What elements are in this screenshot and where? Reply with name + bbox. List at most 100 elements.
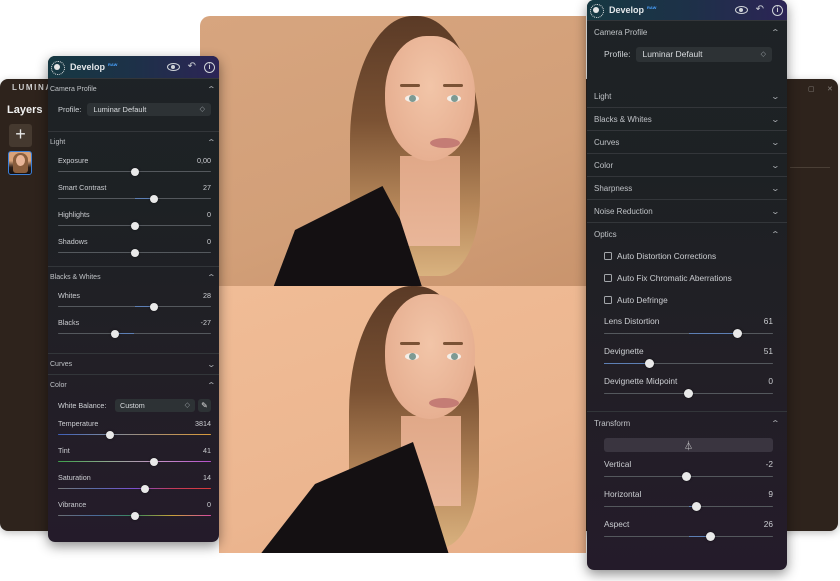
slider-thumb[interactable] bbox=[141, 484, 150, 493]
slider-thumb[interactable] bbox=[130, 167, 139, 176]
section-header[interactable]: Color ⌃ bbox=[48, 375, 219, 395]
section-title: Camera Profile bbox=[594, 27, 648, 37]
slider-track[interactable] bbox=[58, 302, 211, 311]
slider-track[interactable] bbox=[58, 221, 211, 230]
section-header[interactable]: Sharpness ⌄ bbox=[587, 177, 787, 199]
slider-thumb[interactable] bbox=[130, 248, 139, 257]
section-header[interactable]: Noise Reduction ⌄ bbox=[587, 200, 787, 222]
slider-track[interactable] bbox=[58, 329, 211, 338]
slider-thumb[interactable] bbox=[682, 472, 692, 481]
section-header[interactable]: Color ⌄ bbox=[587, 154, 787, 176]
slider-thumb[interactable] bbox=[150, 457, 159, 466]
slider-thumb[interactable] bbox=[150, 302, 159, 311]
slider-value: 0 bbox=[207, 210, 211, 219]
checkbox-icon[interactable] bbox=[604, 274, 612, 282]
select-arrows-icon: ◇ bbox=[760, 51, 766, 58]
slider-smart-contrast: Smart Contrast 27 bbox=[48, 179, 219, 206]
slider-thumb[interactable] bbox=[110, 329, 119, 338]
section-title: Camera Profile bbox=[50, 85, 97, 93]
panel-title: Develop bbox=[609, 5, 645, 15]
slider-track[interactable] bbox=[58, 248, 211, 257]
chevron-up-icon: ⌃ bbox=[206, 380, 217, 390]
eyedropper-icon[interactable]: ✎ bbox=[198, 398, 211, 412]
info-icon[interactable]: i bbox=[772, 4, 783, 16]
develop-panel-left: Develop RAW ↶ i Camera Profile ⌃ Profile… bbox=[48, 56, 219, 542]
perspective-guide-button[interactable]: ⏃ bbox=[604, 438, 773, 452]
section-title: Curves bbox=[50, 360, 73, 368]
section-header[interactable]: Curves ⌄ bbox=[587, 131, 787, 153]
slider-thumb[interactable] bbox=[684, 389, 693, 398]
undo-icon[interactable]: ↶ bbox=[756, 5, 764, 15]
lips bbox=[430, 138, 460, 148]
slider-value: 3814 bbox=[195, 419, 211, 428]
section-title: Blacks & Whites bbox=[594, 114, 652, 124]
slider-track[interactable] bbox=[58, 457, 211, 466]
slider-track[interactable] bbox=[58, 194, 211, 203]
section-header[interactable]: Camera Profile ⌃ bbox=[48, 79, 219, 99]
slider-track[interactable] bbox=[58, 511, 211, 520]
eye-icon[interactable] bbox=[166, 63, 180, 71]
eye-icon[interactable] bbox=[734, 6, 748, 14]
thumb-face bbox=[16, 155, 25, 166]
checkbox-icon[interactable] bbox=[604, 252, 612, 260]
section-header[interactable]: Blacks & Whites ⌃ bbox=[48, 267, 219, 287]
slider-value: 0 bbox=[207, 237, 211, 246]
section-header[interactable]: Blacks & Whites ⌄ bbox=[587, 108, 787, 130]
slider-track[interactable] bbox=[604, 389, 773, 398]
slider-track[interactable] bbox=[604, 359, 773, 368]
slider-thumb[interactable] bbox=[150, 194, 159, 203]
checkbox-icon[interactable] bbox=[604, 296, 612, 304]
brow bbox=[443, 84, 463, 87]
checkbox-auto-fix-chromatic-aberrations[interactable]: Auto Fix Chromatic Aberrations bbox=[587, 267, 787, 289]
add-layer-button[interactable]: + bbox=[9, 124, 32, 147]
checkbox-auto-distortion-corrections[interactable]: Auto Distortion Corrections bbox=[587, 245, 787, 267]
slider-track[interactable] bbox=[58, 484, 211, 493]
slider-group: Lens Distortion 61 Devignette 51 Devignette … bbox=[587, 311, 787, 411]
slider-thumb[interactable] bbox=[705, 532, 715, 541]
slider-thumb[interactable] bbox=[692, 502, 702, 511]
slider-exposure: Exposure 0,00 bbox=[48, 152, 219, 179]
white-balance-select[interactable]: Custom ◇ bbox=[115, 398, 195, 412]
layers-title: Layers bbox=[7, 104, 43, 116]
stage: LUMINAR Layers + ▢ ✕ Develop RAW ↶ i Cam… bbox=[0, 0, 840, 581]
slider-saturation: Saturation 14 bbox=[48, 469, 219, 496]
slider-track[interactable] bbox=[58, 167, 211, 176]
section-header[interactable]: Optics ⌃ bbox=[587, 223, 787, 245]
slider-track[interactable] bbox=[604, 532, 773, 541]
slider-track[interactable] bbox=[58, 430, 211, 439]
slider-aspect: Aspect 26 bbox=[587, 514, 787, 544]
info-icon[interactable]: i bbox=[204, 61, 215, 73]
slider-track[interactable] bbox=[604, 472, 773, 481]
slider-value: 61 bbox=[763, 316, 773, 326]
slider-thumb[interactable] bbox=[130, 511, 139, 520]
checkbox-label: Auto Fix Chromatic Aberrations bbox=[617, 273, 732, 283]
slider-thumb[interactable] bbox=[733, 329, 742, 338]
slider-track[interactable] bbox=[604, 502, 773, 511]
profile-select[interactable]: Luminar Default ◇ bbox=[636, 46, 772, 62]
maximize-icon[interactable]: ▢ bbox=[808, 85, 815, 93]
eye bbox=[447, 353, 461, 360]
slider-value: 26 bbox=[763, 519, 773, 529]
slider-label: Exposure bbox=[58, 156, 89, 165]
section-header[interactable]: Camera Profile ⌃ bbox=[587, 21, 787, 43]
chevron-up-icon: ⌃ bbox=[770, 418, 781, 428]
layer-thumbnail[interactable] bbox=[8, 151, 32, 175]
slider-thumb[interactable] bbox=[106, 430, 115, 439]
profile-select[interactable]: Luminar Default ◇ bbox=[87, 102, 211, 116]
section-title: Transform bbox=[594, 418, 631, 428]
slider-thumb[interactable] bbox=[130, 221, 139, 230]
section-header[interactable]: Transform ⌃ bbox=[587, 412, 787, 434]
section-title: Light bbox=[594, 91, 612, 101]
section-header[interactable]: Light ⌃ bbox=[48, 132, 219, 152]
section-title: Color bbox=[50, 381, 67, 389]
section-blacks-whites: Blacks & Whites ⌄ bbox=[587, 107, 787, 130]
checkbox-label: Auto Defringe bbox=[617, 295, 668, 305]
section-header[interactable]: Curves ⌄ bbox=[48, 354, 219, 374]
slider-track[interactable] bbox=[604, 329, 773, 338]
slider-thumb[interactable] bbox=[645, 359, 655, 368]
section-header[interactable]: Light ⌄ bbox=[587, 85, 787, 107]
close-icon[interactable]: ✕ bbox=[827, 85, 833, 93]
undo-icon[interactable]: ↶ bbox=[188, 62, 196, 72]
slider-devignette-midpoint: Devignette Midpoint 0 bbox=[587, 371, 787, 401]
checkbox-auto-defringe[interactable]: Auto Defringe bbox=[587, 289, 787, 311]
